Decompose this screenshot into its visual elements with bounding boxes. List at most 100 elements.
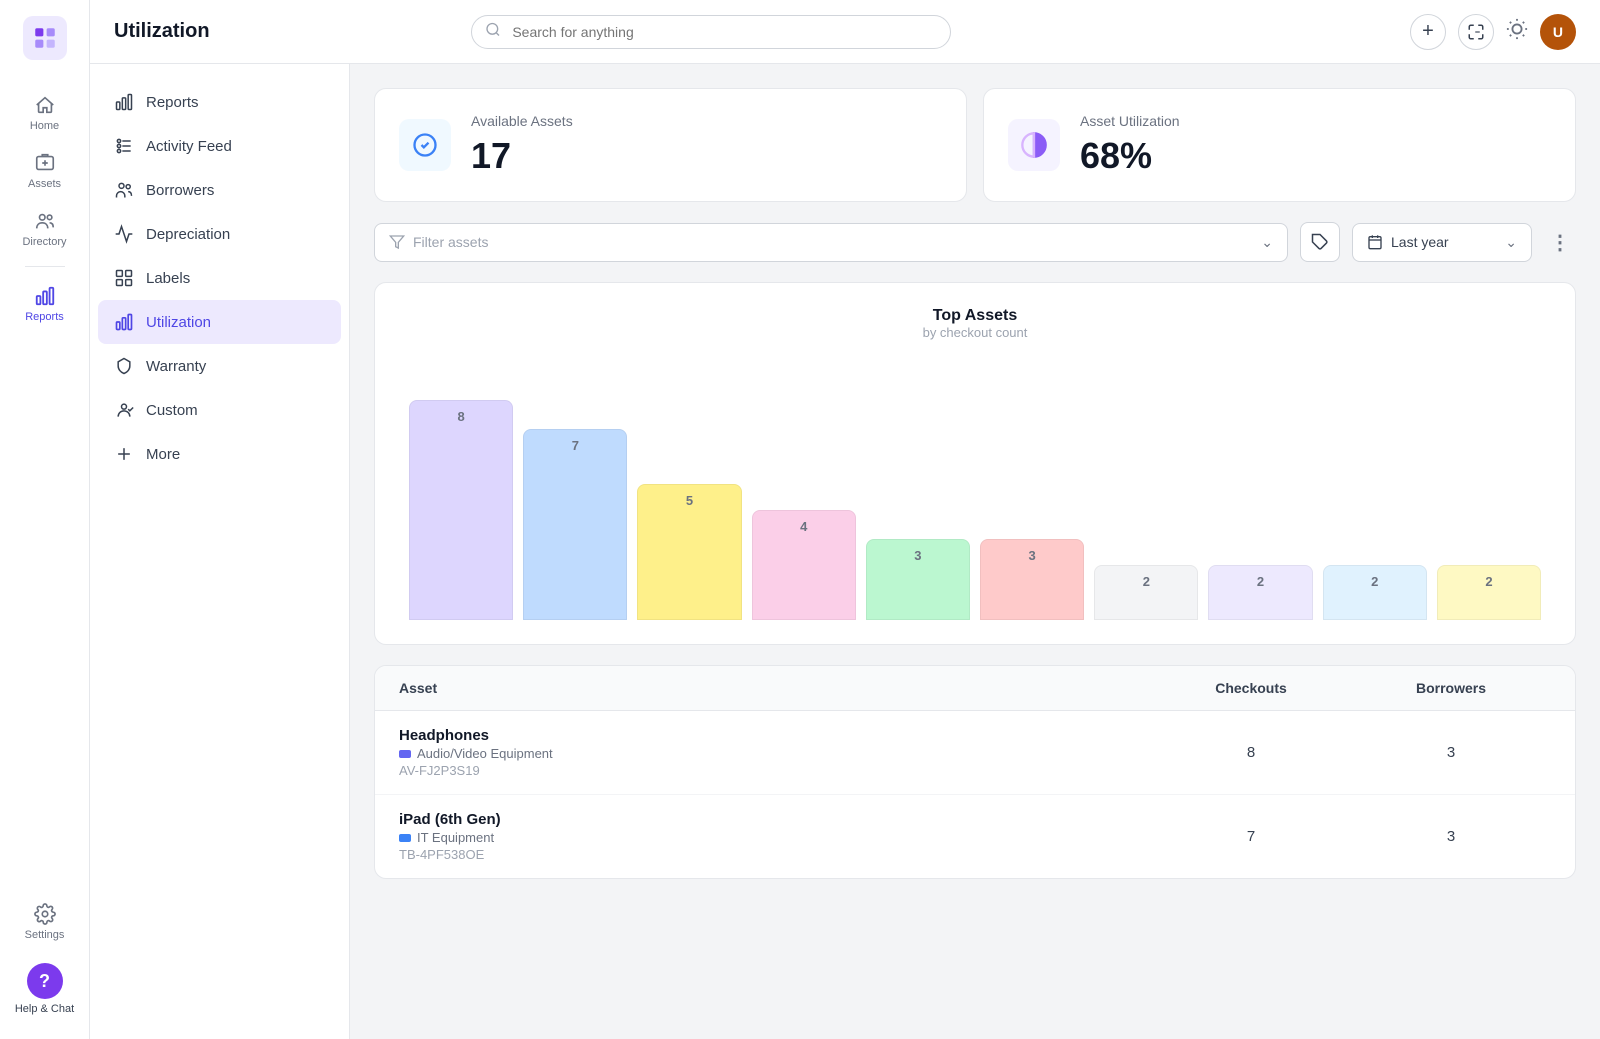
theme-toggle[interactable] bbox=[1506, 18, 1528, 45]
menu-activity-feed[interactable]: Activity Feed bbox=[90, 124, 349, 168]
asset-category: IT Equipment bbox=[399, 830, 1151, 845]
borrowers-value: 3 bbox=[1351, 744, 1551, 761]
bar-5[interactable]: 3 bbox=[980, 539, 1084, 620]
bar-8[interactable]: 2 bbox=[1323, 565, 1427, 620]
bar-9[interactable]: 2 bbox=[1437, 565, 1541, 620]
available-assets-icon bbox=[399, 119, 451, 171]
stat-cards: Available Assets 17 Asset Utilization 68… bbox=[374, 88, 1576, 202]
topbar-actions: + bbox=[1410, 14, 1576, 50]
date-label: Last year bbox=[1391, 234, 1449, 250]
bar-3[interactable]: 4 bbox=[752, 510, 856, 620]
more-options-button[interactable]: ⋮ bbox=[1544, 226, 1576, 258]
data-table: Asset Checkouts Borrowers Headphones Aud… bbox=[374, 665, 1576, 879]
menu-more[interactable]: More bbox=[90, 432, 349, 476]
bar-4[interactable]: 3 bbox=[866, 539, 970, 620]
search-input[interactable] bbox=[471, 15, 951, 49]
asset-category: Audio/Video Equipment bbox=[399, 746, 1151, 761]
nav-divider bbox=[25, 266, 65, 267]
menu-more-label: More bbox=[146, 446, 180, 463]
checkouts-value: 7 bbox=[1151, 828, 1351, 845]
filter-assets-dropdown[interactable]: Filter assets ⌄ bbox=[374, 223, 1288, 262]
filter-assets-placeholder: Filter assets bbox=[413, 234, 488, 250]
category-dot bbox=[399, 834, 411, 842]
bar-col-6: 2 bbox=[1094, 360, 1198, 620]
bar-col-7: 2 bbox=[1208, 360, 1312, 620]
col-asset: Asset bbox=[399, 680, 1151, 696]
bar-2[interactable]: 5 bbox=[637, 484, 741, 620]
menu-activity-feed-label: Activity Feed bbox=[146, 138, 232, 155]
nav-directory-label: Directory bbox=[22, 236, 66, 248]
menu-reports-label: Reports bbox=[146, 94, 199, 111]
icon-nav: Home Assets Directory Reports bbox=[0, 0, 90, 1039]
nav-reports[interactable]: Reports bbox=[0, 275, 89, 333]
menu-utilization-label: Utilization bbox=[146, 314, 211, 331]
nav-home-label: Home bbox=[30, 120, 59, 132]
bar-7[interactable]: 2 bbox=[1208, 565, 1312, 620]
chart-title: Top Assets bbox=[399, 307, 1551, 325]
asset-id: TB-4PF538OE bbox=[399, 847, 1151, 862]
date-dropdown[interactable]: Last year ⌄ bbox=[1352, 223, 1532, 262]
bar-6[interactable]: 2 bbox=[1094, 565, 1198, 620]
stat-card-utilization: Asset Utilization 68% bbox=[983, 88, 1576, 202]
app-logo bbox=[23, 16, 67, 60]
asset-utilization-label: Asset Utilization bbox=[1080, 113, 1180, 129]
bar-col-0: 8 bbox=[409, 360, 513, 620]
checkouts-value: 8 bbox=[1151, 744, 1351, 761]
table-row[interactable]: Headphones Audio/Video Equipment AV-FJ2P… bbox=[375, 711, 1575, 795]
bar-col-1: 7 bbox=[523, 360, 627, 620]
stat-card-available: Available Assets 17 bbox=[374, 88, 967, 202]
bar-col-8: 2 bbox=[1323, 360, 1427, 620]
menu-utilization[interactable]: Utilization bbox=[98, 300, 341, 344]
available-assets-label: Available Assets bbox=[471, 113, 573, 129]
table-body: Headphones Audio/Video Equipment AV-FJ2P… bbox=[375, 711, 1575, 878]
help-chat[interactable]: ? Help & Chat bbox=[7, 955, 82, 1023]
nav-home[interactable]: Home bbox=[0, 84, 89, 142]
nav-bottom: Settings ? Help & Chat bbox=[7, 893, 82, 1023]
nav-settings-label: Settings bbox=[25, 929, 65, 941]
menu-labels[interactable]: Labels bbox=[90, 256, 349, 300]
table-header: Asset Checkouts Borrowers bbox=[375, 666, 1575, 711]
main-content: Available Assets 17 Asset Utilization 68… bbox=[350, 64, 1600, 1039]
side-menu: Reports Activity Feed Borrowers bbox=[90, 64, 350, 1039]
bar-col-2: 5 bbox=[637, 360, 741, 620]
topbar: Utilization + bbox=[90, 0, 1600, 64]
content-layout: Reports Activity Feed Borrowers bbox=[90, 64, 1600, 1039]
available-assets-info: Available Assets 17 bbox=[471, 113, 573, 177]
scan-button[interactable] bbox=[1458, 14, 1494, 50]
help-icon: ? bbox=[27, 963, 63, 999]
bar-1[interactable]: 7 bbox=[523, 429, 627, 620]
bar-col-9: 2 bbox=[1437, 360, 1541, 620]
menu-borrowers[interactable]: Borrowers bbox=[90, 168, 349, 212]
col-borrowers: Borrowers bbox=[1351, 680, 1551, 696]
bar-col-4: 3 bbox=[866, 360, 970, 620]
bar-0[interactable]: 8 bbox=[409, 400, 513, 620]
category-label: Audio/Video Equipment bbox=[417, 746, 553, 761]
date-chevron-icon: ⌄ bbox=[1505, 234, 1517, 251]
available-assets-value: 17 bbox=[471, 135, 573, 177]
asset-utilization-icon bbox=[1008, 119, 1060, 171]
menu-warranty[interactable]: Warranty bbox=[90, 344, 349, 388]
filter-bar: Filter assets ⌄ Last y bbox=[374, 222, 1576, 262]
menu-reports[interactable]: Reports bbox=[90, 80, 349, 124]
menu-warranty-label: Warranty bbox=[146, 358, 206, 375]
add-button[interactable]: + bbox=[1410, 14, 1446, 50]
search-bar bbox=[471, 15, 951, 49]
menu-custom-label: Custom bbox=[146, 402, 198, 419]
search-icon bbox=[485, 21, 501, 42]
nav-assets[interactable]: Assets bbox=[0, 142, 89, 200]
col-checkouts: Checkouts bbox=[1151, 680, 1351, 696]
nav-settings[interactable]: Settings bbox=[7, 893, 82, 951]
tags-button[interactable] bbox=[1300, 222, 1340, 262]
table-row[interactable]: iPad (6th Gen) IT Equipment TB-4PF538OE … bbox=[375, 795, 1575, 878]
menu-depreciation[interactable]: Depreciation bbox=[90, 212, 349, 256]
bar-col-3: 4 bbox=[752, 360, 856, 620]
asset-utilization-info: Asset Utilization 68% bbox=[1080, 113, 1180, 177]
asset-id: AV-FJ2P3S19 bbox=[399, 763, 1151, 778]
nav-directory[interactable]: Directory bbox=[0, 200, 89, 258]
nav-reports-label: Reports bbox=[25, 311, 64, 323]
menu-custom[interactable]: Custom bbox=[90, 388, 349, 432]
asset-utilization-value: 68% bbox=[1080, 135, 1180, 177]
user-avatar[interactable]: U bbox=[1540, 14, 1576, 50]
menu-borrowers-label: Borrowers bbox=[146, 182, 214, 199]
bar-chart: 8754332222 bbox=[399, 360, 1551, 620]
